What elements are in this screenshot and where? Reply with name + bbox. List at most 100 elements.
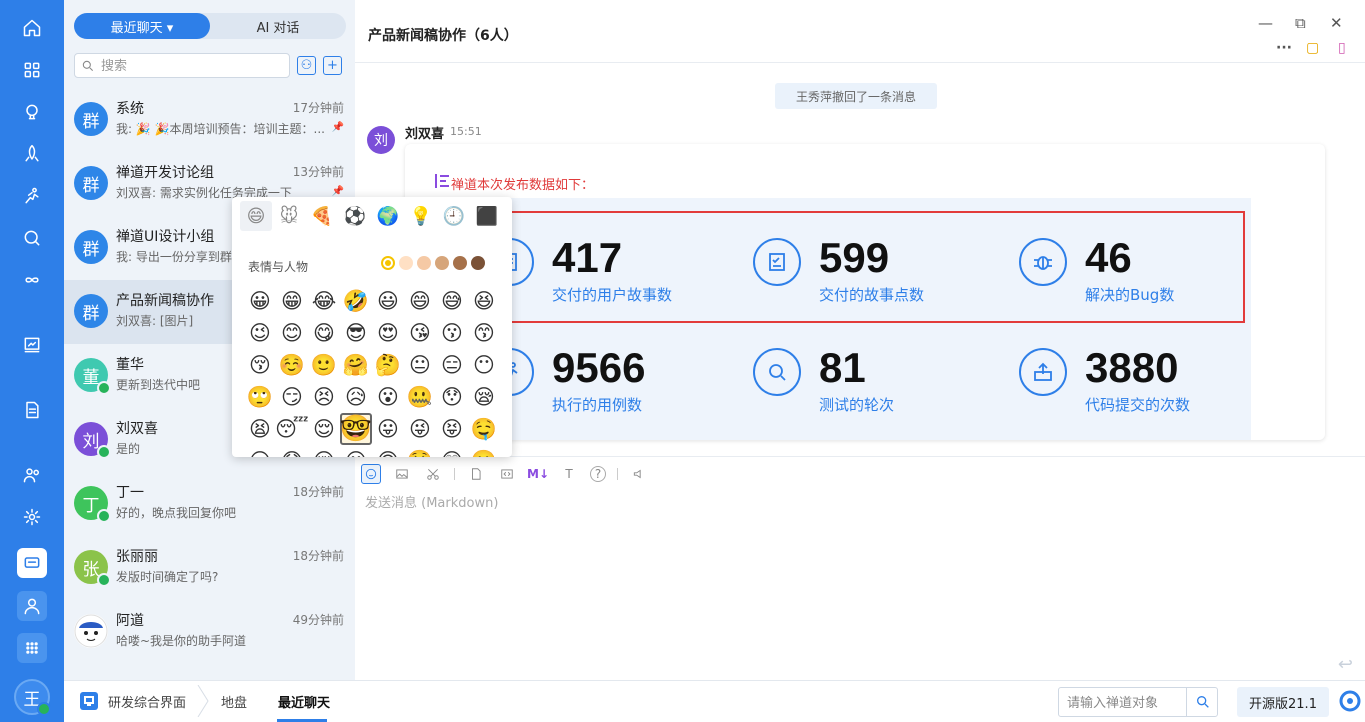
rocket-icon[interactable] [17, 139, 47, 169]
emoji-option[interactable]: 🤔 [372, 349, 404, 381]
document-icon[interactable] [17, 395, 47, 425]
emoji-category-tab[interactable]: 😄 [240, 201, 272, 231]
emoji-option[interactable]: 😑 [436, 349, 468, 381]
scissors-icon[interactable] [423, 464, 443, 484]
sender-avatar[interactable]: 刘 [367, 126, 395, 154]
emoji-option[interactable]: 😐 [404, 349, 436, 381]
emoji-option[interactable]: ☺️ [276, 349, 308, 381]
contacts-icon[interactable]: ⚇ [297, 56, 316, 75]
emoji-option[interactable]: 😙 [468, 317, 500, 349]
board-icon[interactable] [17, 330, 47, 360]
object-search-input[interactable] [1067, 694, 1177, 710]
release-stats-image[interactable]: 417 交付的用户故事数 599 交付的故事点数 46 解决的Bug数 9566 执行的用例数… [451, 198, 1251, 440]
current-user-avatar[interactable]: 王 [14, 679, 51, 716]
emoji-icon[interactable] [361, 464, 381, 484]
skin-tone-option[interactable] [435, 256, 449, 270]
emoji-option[interactable]: 😯 [436, 381, 468, 413]
emoji-option[interactable]: 😉 [244, 317, 276, 349]
emoji-option[interactable]: 😔 [308, 445, 340, 457]
add-icon[interactable]: + [323, 56, 342, 75]
emoji-category-tab[interactable]: 🌍 [372, 201, 404, 231]
emoji-option[interactable]: 😘 [404, 317, 436, 349]
tab-recent-chats[interactable]: 最近聊天 ▾ [74, 13, 210, 39]
emoji-option[interactable]: 😥 [340, 381, 372, 413]
breadcrumb-workspace[interactable]: 研发综合界面 [108, 692, 186, 711]
emoji-option[interactable]: 😂 [308, 285, 340, 317]
markdown-icon[interactable]: M↓ [527, 464, 549, 484]
minimize-icon[interactable]: — [1258, 14, 1273, 32]
emoji-option[interactable]: 😋 [308, 317, 340, 349]
skin-tone-option[interactable] [417, 256, 431, 270]
zentao-logo-icon[interactable] [1339, 690, 1361, 712]
emoji-option[interactable]: 😪 [468, 381, 500, 413]
emoji-option[interactable]: 🤐 [404, 381, 436, 413]
emoji-option[interactable]: 😛 [372, 413, 404, 445]
skin-tone-option[interactable] [381, 256, 395, 270]
notice-icon[interactable]: ▢ [1306, 40, 1319, 56]
emoji-option[interactable]: 😣 [308, 381, 340, 413]
emoji-option[interactable]: 😲 [436, 445, 468, 457]
emoji-option[interactable]: 🙄 [244, 381, 276, 413]
emoji-option[interactable]: 😚 [244, 349, 276, 381]
emoji-option[interactable]: 😕 [340, 445, 372, 457]
emoji-option[interactable]: 🙃 [372, 445, 404, 457]
help-icon[interactable]: ? [590, 466, 606, 482]
font-size-icon[interactable]: T [559, 464, 579, 484]
runner-icon[interactable] [17, 181, 47, 211]
message-card[interactable]: 禅道本次发布数据如下： 417 交付的用户故事数 599 交付的故事点数 46 解决的Bu… [405, 144, 1325, 440]
apps-icon[interactable] [17, 633, 47, 663]
emoji-option[interactable]: 😜 [404, 413, 436, 445]
emoji-option[interactable]: 🙁 [468, 445, 500, 458]
emoji-option[interactable]: 🤓 [340, 413, 372, 445]
emoji-option[interactable]: 😮 [372, 381, 404, 413]
image-icon[interactable] [392, 464, 412, 484]
emoji-category-tab[interactable]: 🐭 [273, 201, 305, 231]
broadcast-icon[interactable] [629, 464, 649, 484]
user-icon[interactable] [17, 591, 47, 621]
sidebar-toggle-icon[interactable]: ▯ [1338, 40, 1346, 56]
emoji-category-tab[interactable]: 🕘 [438, 201, 470, 231]
restore-icon[interactable]: ⧉ [1295, 14, 1306, 32]
emoji-option[interactable]: 😊 [276, 317, 308, 349]
emoji-option[interactable]: 🤗 [340, 349, 372, 381]
file-icon[interactable] [466, 464, 486, 484]
emoji-option[interactable]: 🤣 [340, 285, 372, 317]
emoji-option[interactable]: 😎 [340, 317, 372, 349]
search-circle-icon[interactable] [17, 223, 47, 253]
emoji-category-tab[interactable]: 🍕 [306, 201, 338, 231]
send-icon[interactable]: ↩ [1338, 654, 1353, 675]
emoji-option[interactable]: 😗 [436, 317, 468, 349]
emoji-option[interactable]: 😝 [436, 413, 468, 445]
more-icon[interactable]: ··· [1276, 40, 1292, 56]
search-icon[interactable] [1186, 687, 1218, 717]
conversation-item[interactable]: 丁丁一 18分钟前 好的，晚点我回复你吧 [64, 472, 355, 536]
message-input[interactable]: 发送消息 (Markdown) [365, 492, 498, 511]
breadcrumb-recent-chats[interactable]: 最近聊天 [278, 692, 330, 711]
breadcrumb-dashboard[interactable]: 地盘 [221, 692, 247, 711]
skin-tone-option[interactable] [399, 256, 413, 270]
gear-icon[interactable] [17, 502, 47, 532]
infinity-icon[interactable] [17, 265, 47, 295]
users-icon[interactable] [17, 460, 47, 490]
lightbulb-icon[interactable] [17, 97, 47, 127]
emoji-option[interactable]: 😓 [276, 445, 308, 457]
emoji-category-tab[interactable]: ⚽ [339, 201, 371, 231]
emoji-option[interactable]: 🤑 [404, 445, 436, 458]
grid-icon[interactable] [17, 55, 47, 85]
chat-icon[interactable] [17, 548, 47, 578]
close-icon[interactable]: ✕ [1330, 14, 1343, 32]
emoji-option[interactable]: 🙂 [308, 349, 340, 381]
emoji-option[interactable]: 😀 [244, 285, 276, 317]
emoji-option[interactable]: 😶 [468, 349, 500, 381]
emoji-option[interactable]: 😒 [244, 445, 276, 457]
skin-tone-option[interactable] [453, 256, 467, 270]
conversation-item[interactable]: 张张丽丽 18分钟前 发版时间确定了吗? [64, 536, 355, 600]
emoji-option[interactable]: 😃 [372, 285, 404, 317]
emoji-option[interactable]: 😌 [308, 413, 340, 445]
emoji-option[interactable]: 😁 [276, 285, 308, 317]
emoji-option[interactable]: 😅 [436, 285, 468, 317]
search-input[interactable] [101, 58, 281, 73]
emoji-option[interactable]: 😫 [244, 413, 276, 445]
code-icon[interactable] [497, 464, 517, 484]
emoji-category-tab[interactable]: ⬛ [471, 201, 503, 231]
